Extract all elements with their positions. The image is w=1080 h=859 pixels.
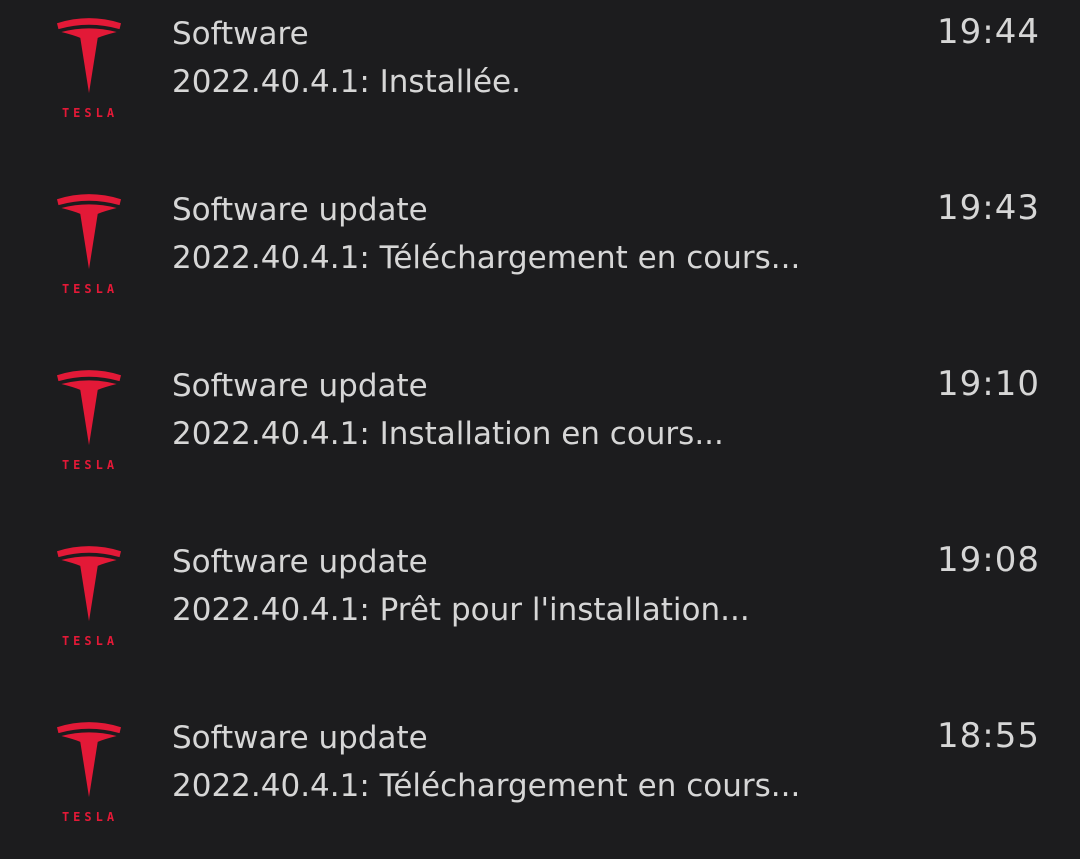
- notification-time: 19:43: [937, 188, 1040, 228]
- tesla-logo-icon: TESLA: [48, 720, 132, 832]
- tesla-logo-icon: TESLA: [48, 192, 132, 304]
- tesla-t-icon: [57, 194, 121, 270]
- notification-list: TESLA Software 2022.40.4.1: Installée. 1…: [0, 0, 1080, 859]
- notification-item[interactable]: TESLA Software update 2022.40.4.1: Insta…: [0, 352, 1080, 528]
- notification-message: 2022.40.4.1: Téléchargement en cours...: [172, 240, 801, 276]
- notification-message: 2022.40.4.1: Installée.: [172, 64, 521, 100]
- notification-title: Software update: [172, 720, 428, 756]
- notification-title: Software update: [172, 192, 428, 228]
- tesla-wordmark: TESLA: [61, 282, 119, 296]
- notification-title: Software: [172, 16, 309, 52]
- tesla-t-icon: [57, 722, 121, 798]
- notification-title: Software update: [172, 368, 428, 404]
- notification-message: 2022.40.4.1: Installation en cours...: [172, 416, 724, 452]
- notification-time: 19:44: [937, 12, 1040, 52]
- notification-item[interactable]: TESLA Software update 2022.40.4.1: Téléc…: [0, 176, 1080, 352]
- tesla-logo-icon: TESLA: [48, 16, 132, 128]
- notification-time: 18:55: [937, 716, 1040, 756]
- notification-item[interactable]: TESLA Software update 2022.40.4.1: Prêt …: [0, 528, 1080, 704]
- tesla-t-icon: [57, 546, 121, 622]
- tesla-wordmark: TESLA: [61, 634, 119, 648]
- tesla-wordmark: TESLA: [61, 810, 119, 824]
- notification-time: 19:10: [937, 364, 1040, 404]
- tesla-wordmark: TESLA: [61, 106, 119, 120]
- notification-message: 2022.40.4.1: Téléchargement en cours...: [172, 768, 801, 804]
- notification-item[interactable]: TESLA Software 2022.40.4.1: Installée. 1…: [0, 0, 1080, 176]
- notification-item[interactable]: TESLA Software update 2022.40.4.1: Téléc…: [0, 704, 1080, 859]
- tesla-t-icon: [57, 370, 121, 446]
- tesla-wordmark: TESLA: [61, 458, 119, 472]
- notification-title: Software update: [172, 544, 428, 580]
- tesla-t-icon: [57, 18, 121, 94]
- tesla-logo-icon: TESLA: [48, 368, 132, 480]
- notification-message: 2022.40.4.1: Prêt pour l'installation...: [172, 592, 750, 628]
- notification-time: 19:08: [937, 540, 1040, 580]
- tesla-logo-icon: TESLA: [48, 544, 132, 656]
